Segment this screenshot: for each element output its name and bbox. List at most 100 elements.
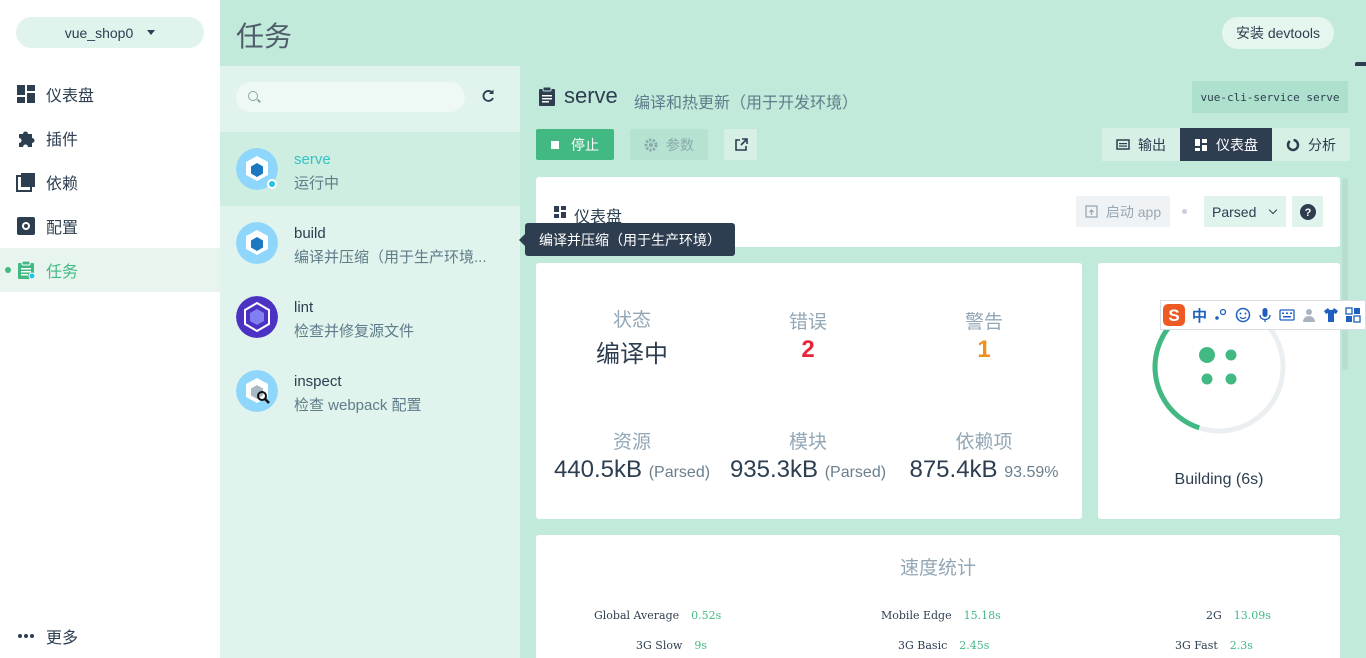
task-title: serve	[564, 83, 618, 108]
task-name: serve	[294, 151, 331, 168]
open-in-browser-icon	[1085, 205, 1098, 218]
command-label: vue-cli-service serve	[1192, 81, 1348, 113]
loader-dot	[1225, 373, 1237, 385]
skin-shirt-icon[interactable]	[1323, 307, 1339, 323]
task-item-build[interactable]: build 编译并压缩（用于生产环境...	[220, 206, 520, 280]
task-subtitle: 编译和热更新（用于开发环境）	[634, 95, 859, 112]
user-icon[interactable]	[1301, 307, 1317, 323]
task-description: 运行中	[294, 175, 340, 192]
stat-assets: 资源 440.5kB (Parsed)	[542, 427, 722, 484]
stat-dependencies: 依赖项 875.4kB 93.59%	[894, 427, 1074, 484]
eslint-icon	[236, 296, 278, 338]
speed-item: 3G Fast 2.3s	[1175, 639, 1253, 652]
nav-item-config[interactable]: 配置	[0, 204, 220, 248]
search-input[interactable]	[236, 82, 465, 112]
refresh-icon[interactable]	[480, 88, 496, 104]
task-description: 检查并修复源文件	[294, 323, 415, 340]
loader-dot	[1199, 347, 1215, 363]
task-name: build	[294, 225, 326, 242]
speed-stats-card: 速度统计 Global Average 0.52s Mobile Edge 15.1…	[536, 535, 1340, 658]
speed-item: Mobile Edge 15.18s	[881, 609, 1001, 622]
loader-dot	[1201, 373, 1213, 385]
ime-toolbar: S 中	[1160, 300, 1366, 330]
stat-errors: 错误 2	[718, 307, 898, 364]
stop-button[interactable]: 停止	[536, 129, 614, 160]
progress-ring	[1152, 300, 1286, 434]
puzzle-icon	[19, 131, 35, 147]
separator-dot	[1182, 209, 1187, 214]
task-item-inspect[interactable]: inspect 检查 webpack 配置	[220, 354, 520, 428]
stat-label: 状态	[612, 310, 651, 331]
stat-warnings: 警告 1	[894, 307, 1074, 364]
dashboard-icon	[1195, 138, 1207, 151]
speed-item: 3G Slow 9s	[636, 639, 707, 652]
speed-label: Mobile Edge	[881, 609, 952, 622]
nav-item-dependencies[interactable]: 依赖	[0, 160, 220, 204]
speed-value: 15.18s	[963, 609, 1001, 622]
open-in-new-icon	[734, 137, 748, 151]
build-stats-card: 状态 编译中 错误 2 警告 1 资源 440.5kB (Parsed) 模块 …	[536, 263, 1082, 519]
project-selector[interactable]: vue_shop0	[16, 17, 204, 48]
tab-label: 仪表盘	[1216, 136, 1258, 153]
tab-dashboard[interactable]: 仪表盘	[1180, 128, 1272, 161]
toolbox-icon[interactable]	[1345, 307, 1361, 323]
speed-item: Global Average 0.52s	[594, 609, 721, 622]
sidebar-nav: vue_shop0 仪表盘 插件 依赖 配置 任务 更多	[0, 0, 220, 658]
speed-label: 3G Slow	[636, 639, 683, 652]
open-in-new-button[interactable]	[724, 129, 757, 160]
gear-icon	[644, 138, 658, 151]
tab-label: 输出	[1138, 136, 1166, 153]
page-header: 任务 安装 devtools	[220, 0, 1366, 66]
nav-item-plugins[interactable]: 插件	[0, 116, 220, 160]
launch-app-button[interactable]: 启动 app	[1076, 196, 1170, 227]
assignment-icon	[18, 260, 36, 280]
stat-label: 错误	[788, 312, 827, 333]
search-icon	[248, 91, 258, 101]
size-mode-value: Parsed	[1212, 203, 1257, 220]
caret-down-icon	[147, 30, 156, 35]
webpack-inspect-icon	[236, 370, 278, 412]
help-button[interactable]: ?	[1292, 196, 1323, 227]
stat-note: (Parsed)	[648, 464, 711, 481]
stat-note: 93.59%	[1004, 464, 1059, 481]
task-name: inspect	[294, 373, 342, 390]
ime-mode-label[interactable]: 中	[1192, 305, 1207, 326]
stat-modules: 模块 935.3kB (Parsed)	[718, 427, 898, 484]
speed-label: 2G	[1206, 609, 1222, 622]
stop-label: 停止	[571, 136, 599, 153]
install-devtools-button[interactable]: 安装 devtools	[1221, 17, 1334, 49]
task-list-panel: serve 运行中 build 编译并压缩（用于生产环境... lint 检查并…	[220, 66, 520, 658]
nav-item-tasks[interactable]: 任务	[0, 248, 220, 292]
stat-status: 状态 编译中	[542, 305, 722, 369]
tab-analyze[interactable]: 分析	[1272, 128, 1350, 161]
task-item-serve[interactable]: serve 运行中	[220, 132, 520, 206]
output-icon	[1116, 138, 1130, 150]
stat-size: 440.5kB	[553, 456, 643, 483]
stat-value: 440.5kB (Parsed)	[542, 456, 722, 484]
speed-value: 9s	[694, 639, 708, 652]
library-icon	[16, 173, 35, 192]
launch-app-label: 启动 app	[1105, 203, 1162, 220]
microphone-icon[interactable]	[1257, 307, 1273, 323]
emoji-icon[interactable]	[1235, 307, 1251, 323]
stat-value: 2	[801, 336, 815, 363]
sogou-logo-icon: S	[1163, 304, 1185, 326]
nav-item-dashboard[interactable]: 仪表盘	[0, 72, 220, 116]
keyboard-icon[interactable]	[1279, 307, 1295, 323]
tab-output[interactable]: 输出	[1102, 128, 1180, 161]
size-mode-select[interactable]: Parsed	[1204, 196, 1286, 227]
punctuation-icon[interactable]	[1213, 307, 1229, 323]
nav-item-more[interactable]: 更多	[0, 614, 220, 658]
task-item-lint[interactable]: lint 检查并修复源文件	[220, 280, 520, 354]
view-switcher: 输出 仪表盘 分析	[1102, 128, 1350, 161]
stat-label: 警告	[964, 312, 1003, 333]
params-button[interactable]: 参数	[630, 129, 708, 160]
stat-label: 依赖项	[955, 432, 1013, 453]
donut-chart-icon	[1286, 138, 1300, 151]
params-label: 参数	[666, 136, 694, 153]
speed-value: 13.09s	[1233, 609, 1271, 622]
scrollbar[interactable]	[1342, 178, 1348, 370]
tab-label: 分析	[1308, 136, 1336, 153]
speed-title: 速度统计	[899, 558, 976, 579]
speed-value: 0.52s	[691, 609, 722, 622]
